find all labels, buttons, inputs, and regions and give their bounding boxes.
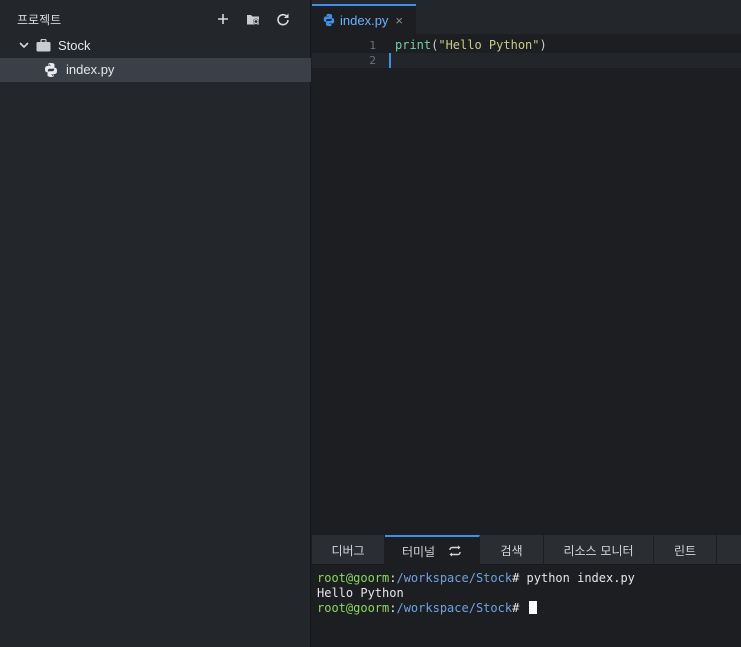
tab-lint[interactable]: 린트	[654, 535, 717, 565]
chevron-down-icon[interactable]	[18, 39, 30, 54]
terminal-line: root@goorm:/workspace/Stock#	[317, 601, 635, 616]
code-line: 1 print("Hello Python")	[312, 38, 741, 53]
tab-label: 디버그	[331, 543, 365, 558]
code-line-active: 2	[312, 53, 741, 68]
prompt-command: # python index.py	[512, 571, 635, 585]
tab-label: 터미널	[401, 544, 436, 559]
code-token-paren: )	[539, 38, 547, 52]
code-token-string: "Hello Python"	[438, 38, 540, 52]
refresh-icon[interactable]	[274, 10, 292, 28]
tab-terminal[interactable]: 터미널	[385, 535, 480, 565]
tree-project-stock[interactable]: Stock	[0, 34, 311, 58]
prompt-user: root@goorm	[317, 601, 390, 615]
sidebar-title: 프로젝트	[17, 13, 62, 27]
plus-icon[interactable]	[214, 10, 232, 28]
project-sidebar: 프로젝트 Stock index.py	[0, 0, 311, 647]
text-cursor	[389, 53, 391, 68]
tab-search[interactable]: 검색	[480, 535, 544, 565]
terminal-line: root@goorm:/workspace/Stock# python inde…	[317, 571, 635, 586]
tab-resource-monitor[interactable]: 리소스 모니터	[544, 535, 654, 565]
terminal-output[interactable]: root@goorm:/workspace/Stock# python inde…	[317, 571, 635, 616]
tab-label: 검색	[500, 543, 523, 558]
prompt-path: /workspace/Stock	[396, 601, 513, 615]
tab-debug[interactable]: 디버그	[312, 535, 385, 565]
terminal-output-text: Hello Python	[317, 586, 404, 600]
sidebar-header: 프로젝트	[0, 4, 311, 34]
tab-index-py[interactable]: index.py ×	[312, 4, 416, 34]
python-icon	[43, 62, 59, 81]
tree-file-label: index.py	[66, 62, 115, 77]
sync-icon[interactable]	[448, 545, 462, 557]
editor-tabbar: index.py ×	[312, 0, 741, 34]
tab-label: index.py	[340, 12, 389, 28]
line-number: 2	[369, 54, 376, 67]
panel-tabbar: 디버그 터미널 검색 리소스 모니터 린트	[312, 535, 741, 565]
tree-file-index-py[interactable]: index.py	[0, 58, 311, 82]
briefcase-icon	[36, 38, 51, 55]
tree-project-label: Stock	[58, 38, 91, 53]
folder-settings-icon[interactable]	[244, 10, 262, 28]
prompt-user: root@goorm	[317, 571, 390, 585]
tab-label: 린트	[673, 543, 697, 558]
line-content: print("Hello Python")	[395, 38, 547, 53]
tab-label: 리소스 모니터	[563, 543, 634, 558]
terminal-line: Hello Python	[317, 586, 635, 601]
prompt-command: #	[512, 601, 527, 615]
bottom-panel: 디버그 터미널 검색 리소스 모니터 린트 root@goorm:/worksp…	[312, 535, 741, 647]
prompt-path: /workspace/Stock	[396, 571, 513, 585]
close-icon[interactable]: ×	[395, 13, 403, 28]
line-number: 1	[369, 39, 376, 52]
code-editor[interactable]: index.py × 1 print("Hello Python") 2	[312, 0, 741, 535]
code-token-function: print	[395, 38, 432, 52]
python-icon	[322, 13, 336, 27]
terminal-cursor	[528, 601, 537, 614]
